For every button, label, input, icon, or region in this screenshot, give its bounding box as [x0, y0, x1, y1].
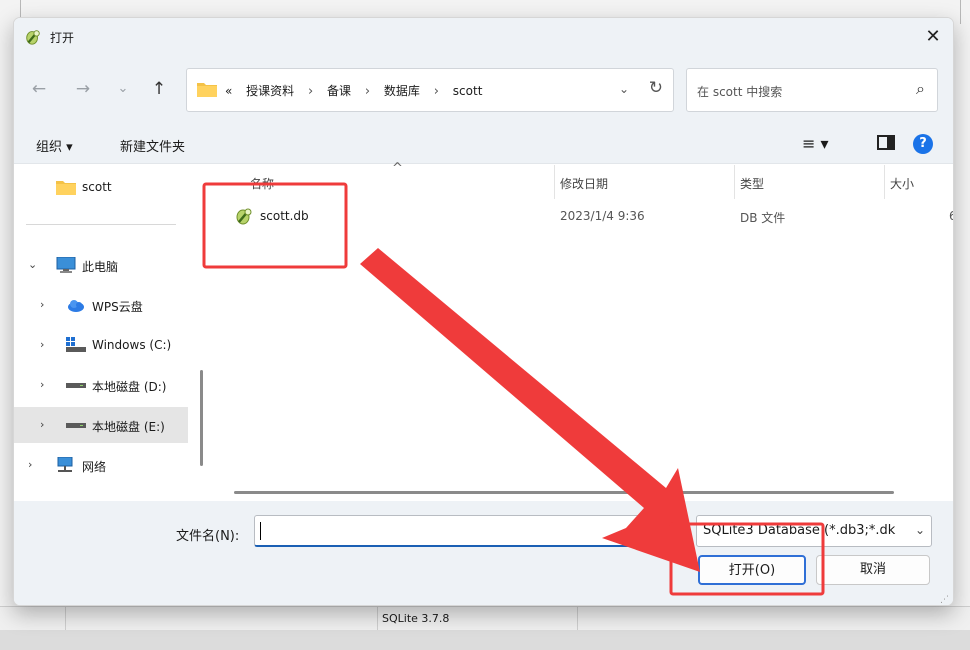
dialog-title: 打开	[50, 31, 75, 45]
column-separator[interactable]	[734, 165, 735, 199]
horizontal-scrollbar[interactable]	[234, 491, 894, 494]
address-bar[interactable]: « 授课资料 › 备课 › 数据库 › scott ⌄ ↻	[186, 68, 674, 112]
file-list: ^ 名称 修改日期 类型 大小 scott.db 2023/1/4 9:36 D…	[210, 161, 953, 501]
sidebar-item-label: 此电脑	[82, 260, 119, 274]
sidebar-item-network[interactable]: › 网络	[14, 447, 188, 483]
sidebar-item-label: 网络	[82, 460, 107, 474]
preview-pane-icon[interactable]	[877, 135, 895, 150]
column-header-size[interactable]: 大小	[890, 175, 914, 192]
column-header-name[interactable]: 名称	[250, 175, 274, 192]
navigation-pane: scott ⌄ 此电脑 › WPS云盘 › Windows (C:) › 本地磁…	[14, 165, 188, 501]
sidebar-item-label: WPS云盘	[92, 300, 143, 314]
bg-bottom-strip	[0, 630, 970, 650]
sidebar-item-drive-e[interactable]: › 本地磁盘 (E:)	[14, 407, 188, 443]
address-dropdown-icon[interactable]: ⌄	[619, 82, 629, 96]
chevron-right-icon[interactable]: ›	[40, 418, 44, 431]
column-header-modified[interactable]: 修改日期	[560, 175, 608, 192]
sidebar-item-label: 本地磁盘 (E:)	[92, 420, 165, 434]
search-input[interactable]: 在 scott 中搜索 ⌕	[686, 68, 938, 112]
view-options-icon[interactable]: ≡ ▾	[802, 134, 829, 153]
column-separator[interactable]	[884, 165, 885, 199]
chevron-right-icon[interactable]: ›	[28, 458, 32, 471]
filename-history-dropdown-icon[interactable]: ⌄	[666, 524, 676, 538]
recent-locations-icon[interactable]: ⌄	[112, 78, 134, 100]
sidebar-item-label: Windows (C:)	[92, 338, 172, 352]
table-row[interactable]: scott.db 2023/1/4 9:36 DB 文件 6	[210, 203, 953, 231]
new-folder-button[interactable]: 新建文件夹	[120, 136, 185, 155]
command-toolbar: 组织 ▾ 新建文件夹 ≡ ▾ ?	[14, 124, 953, 164]
file-name: scott.db	[260, 209, 309, 223]
breadcrumb-item[interactable]: 授课资料	[246, 84, 294, 98]
status-cell	[0, 607, 66, 630]
refresh-icon[interactable]: ↻	[649, 78, 663, 98]
breadcrumb-separator[interactable]: ›	[308, 84, 313, 99]
navigation-bar: ← → ⌄ ↑ « 授课资料 › 备课 › 数据库 › scott ⌄ ↻ 在 …	[14, 56, 953, 124]
up-arrow-icon[interactable]: ↑	[148, 78, 170, 100]
sidebar-item-drive-c[interactable]: › Windows (C:)	[14, 327, 188, 363]
sidebar-item-scott[interactable]: scott	[14, 169, 188, 205]
file-size: 6	[949, 209, 953, 223]
text-caret	[260, 522, 261, 540]
windows-drive-icon	[66, 337, 86, 352]
column-separator[interactable]	[554, 165, 555, 199]
network-icon	[57, 457, 73, 472]
file-type: DB 文件	[740, 211, 786, 225]
filetype-select[interactable]: SQLite3 Database (*.db3;*.dk ⌄	[696, 515, 932, 547]
sidebar-scrollbar[interactable]	[200, 370, 203, 466]
open-button[interactable]: 打开(O)	[698, 555, 806, 585]
close-icon[interactable]: ✕	[921, 25, 945, 49]
folder-icon	[56, 181, 76, 195]
dialog-titlebar: 打开 ✕	[14, 18, 953, 56]
status-version: SQLite 3.7.8	[378, 607, 578, 630]
breadcrumb-item[interactable]: 数据库	[384, 84, 420, 98]
sidebar-divider	[26, 224, 176, 225]
cloud-icon	[68, 300, 84, 312]
chevron-right-icon[interactable]: ›	[40, 378, 44, 391]
bg-divider	[960, 0, 961, 24]
sqlite-app-icon	[26, 30, 40, 45]
sidebar-item-this-pc[interactable]: ⌄ 此电脑	[14, 247, 188, 283]
search-icon[interactable]: ⌕	[916, 79, 925, 99]
chevron-down-icon: ⌄	[914, 523, 925, 537]
chevron-right-icon[interactable]: ›	[40, 338, 44, 351]
dialog-footer: 文件名(N): ⌄ SQLite3 Database (*.db3;*.dk ⌄…	[14, 501, 953, 605]
sidebar-item-label: 本地磁盘 (D:)	[92, 380, 167, 394]
status-cell	[66, 607, 378, 630]
help-icon[interactable]: ?	[913, 134, 933, 154]
drive-icon	[66, 383, 86, 388]
file-modified: 2023/1/4 9:36	[560, 209, 645, 223]
column-header-type[interactable]: 类型	[740, 175, 764, 192]
sidebar-item-drive-d[interactable]: › 本地磁盘 (D:)	[14, 367, 188, 403]
breadcrumb-item[interactable]: 备课	[327, 84, 351, 98]
folder-icon	[197, 83, 217, 97]
forward-arrow-icon[interactable]: →	[72, 78, 94, 100]
back-arrow-icon[interactable]: ←	[28, 78, 50, 100]
sort-ascending-icon: ^	[392, 161, 403, 176]
filetype-value: SQLite3 Database (*.db3;*.dk	[703, 523, 896, 538]
open-file-dialog: 打开 ✕ ← → ⌄ ↑ « 授课资料 › 备课 › 数据库 › scott ⌄…	[13, 17, 954, 606]
organize-menu[interactable]: 组织 ▾	[36, 136, 73, 155]
sqlite-db-file-icon	[236, 208, 252, 225]
cancel-button[interactable]: 取消	[816, 555, 930, 585]
filename-field[interactable]	[254, 515, 682, 547]
drive-icon	[66, 423, 86, 428]
breadcrumb: « 授课资料 › 备课 › 数据库 › scott	[225, 82, 492, 99]
chevron-down-icon[interactable]: ⌄	[28, 258, 37, 271]
search-placeholder: 在 scott 中搜索	[697, 85, 783, 99]
resize-grip-icon[interactable]: ⋰	[940, 595, 949, 605]
sidebar-item-label: scott	[82, 180, 112, 194]
breadcrumb-item[interactable]: scott	[453, 84, 483, 98]
sidebar-item-wps-cloud[interactable]: › WPS云盘	[14, 287, 188, 323]
breadcrumb-separator[interactable]: ›	[434, 84, 439, 99]
breadcrumb-separator[interactable]: ›	[365, 84, 370, 99]
filename-label: 文件名(N):	[176, 529, 240, 544]
chevron-right-icon[interactable]: ›	[40, 298, 44, 311]
bg-status-bar: SQLite 3.7.8	[0, 606, 970, 630]
breadcrumb-prefix[interactable]: «	[225, 84, 232, 98]
computer-icon	[56, 257, 76, 273]
